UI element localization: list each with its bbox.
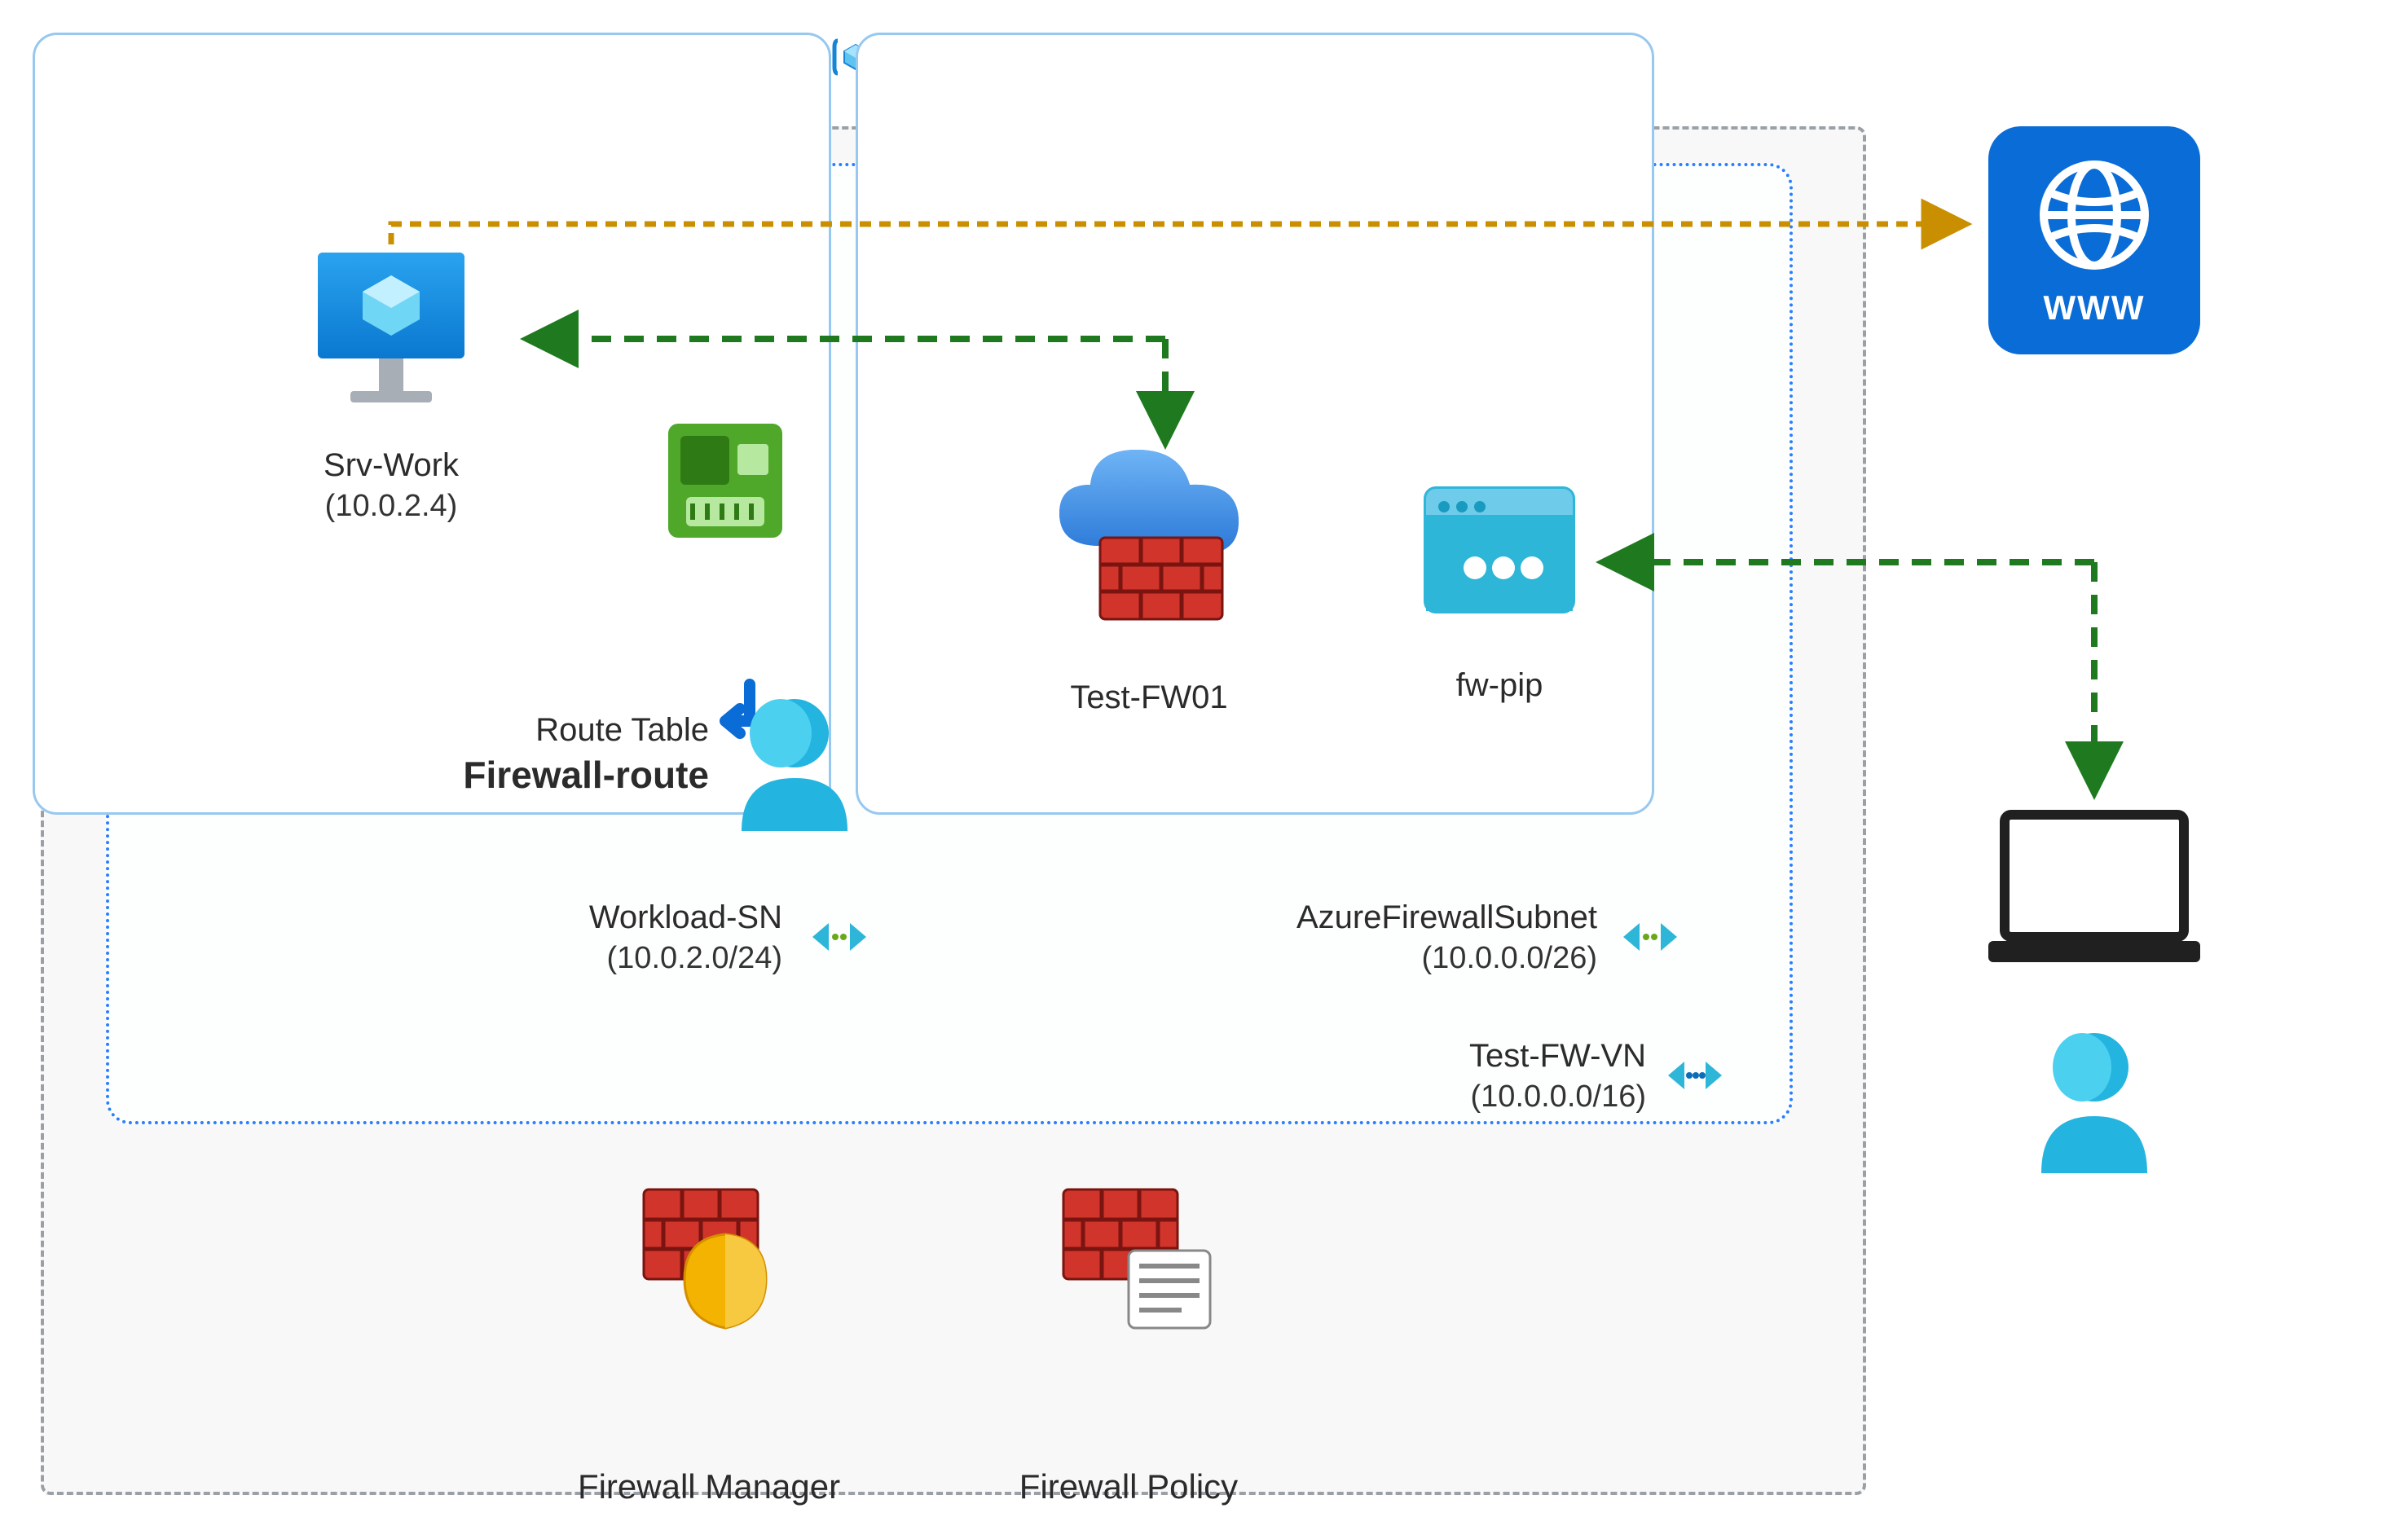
workload-subnet-name: Workload-SN (456, 896, 782, 939)
firewall-name: Test-FW01 (1043, 676, 1255, 719)
vm-name: Srv-Work (289, 444, 493, 486)
peering-icon (1666, 1055, 1723, 1096)
firewall-manager-icon (627, 1181, 790, 1340)
pip-name: fw-pip (1418, 664, 1581, 706)
workload-subnet-cidr: (10.0.2.0/24) (456, 939, 782, 978)
laptop-icon (1980, 807, 2208, 982)
firewall-subnet-cidr: (10.0.0.0/26) (1239, 939, 1597, 978)
pip-label: fw-pip (1418, 664, 1581, 706)
vnet-label: Test-FW-VN (10.0.0.0/16) (1336, 1035, 1646, 1117)
globe-icon (2033, 154, 2155, 280)
workload-subnet-label: Workload-SN (10.0.2.0/24) (456, 896, 782, 978)
firewall-subnet-label: AzureFirewallSubnet (10.0.0.0/26) (1239, 896, 1597, 978)
route-table-label: Route Table Firewall-route (399, 709, 709, 800)
firewall-policy-icon (1051, 1181, 1214, 1340)
route-table-caption: Route Table (399, 709, 709, 751)
vm-icon (302, 244, 481, 428)
peering-icon (1622, 917, 1679, 957)
peering-icon (811, 917, 868, 957)
firewall-icon (1043, 440, 1255, 656)
route-user-icon (717, 668, 856, 835)
vnet-cidr: (10.0.0.0/16) (1336, 1077, 1646, 1117)
route-table-name: Firewall-route (399, 751, 709, 800)
firewall-policy-label: Firewall Policy (986, 1467, 1271, 1506)
www-label: WWW (2044, 288, 2146, 328)
vnet-name: Test-FW-VN (1336, 1035, 1646, 1077)
vm-ip: (10.0.2.4) (289, 486, 493, 526)
public-ip-icon (1418, 481, 1581, 631)
firewall-label: Test-FW01 (1043, 676, 1255, 719)
www-badge: WWW (1988, 126, 2200, 354)
vm-label: Srv-Work (10.0.2.4) (289, 444, 493, 526)
user-icon (2033, 1027, 2155, 1177)
nic-icon (660, 416, 790, 550)
firewall-subnet-name: AzureFirewallSubnet (1239, 896, 1597, 939)
firewall-manager-label: Firewall Manager (554, 1467, 864, 1506)
